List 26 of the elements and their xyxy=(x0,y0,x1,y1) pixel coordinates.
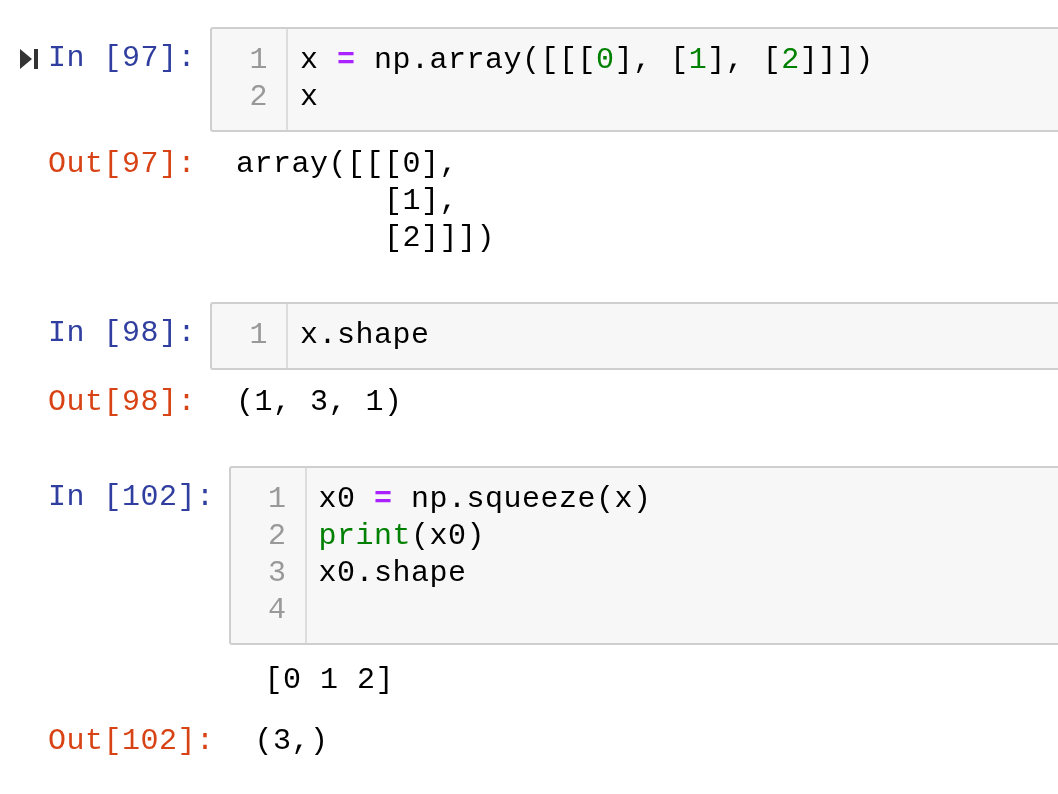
line-number: 3 xyxy=(267,555,288,592)
output-prompt: Out[98]: xyxy=(48,384,198,421)
output-text: (3,) xyxy=(253,723,330,760)
line-number: 4 xyxy=(267,592,288,629)
input-prompt: In [97]: xyxy=(48,40,198,77)
code-editor[interactable]: 1 x.shape xyxy=(210,302,1058,370)
output-text: [0 1 2] xyxy=(263,662,396,699)
code-line: x.shape xyxy=(300,318,430,352)
input-prompt: In [102]: xyxy=(48,479,216,516)
output-text: (1, 3, 1) xyxy=(235,384,404,421)
code-line: print(x0) xyxy=(318,519,486,553)
output-text: array([[[0], [1], [2]]]) xyxy=(235,146,497,257)
code-editor[interactable]: 1 2 3 4 x0 = np.squeeze(x) print(x0) x0.shape xyxy=(228,466,1058,645)
code-line: x0 = np.squeeze(x) xyxy=(318,482,652,516)
code-line: x xyxy=(300,80,319,114)
output-prompt: Out[102]: xyxy=(48,723,216,760)
line-number: 2 xyxy=(267,518,288,555)
code-line: x = np.array([[[0], [1], [2]]]) xyxy=(300,43,874,77)
line-number: 1 xyxy=(248,317,270,354)
code-line: x0.shape xyxy=(318,556,467,590)
code-editor[interactable]: 1 2 x = np.array([[[0], [1], [2]]]) x xyxy=(210,27,1058,132)
output-prompt: Out[97]: xyxy=(48,146,198,183)
line-number: 1 xyxy=(248,42,270,79)
input-prompt: In [98]: xyxy=(48,315,198,352)
line-number: 2 xyxy=(248,79,270,116)
line-number: 1 xyxy=(267,481,288,518)
